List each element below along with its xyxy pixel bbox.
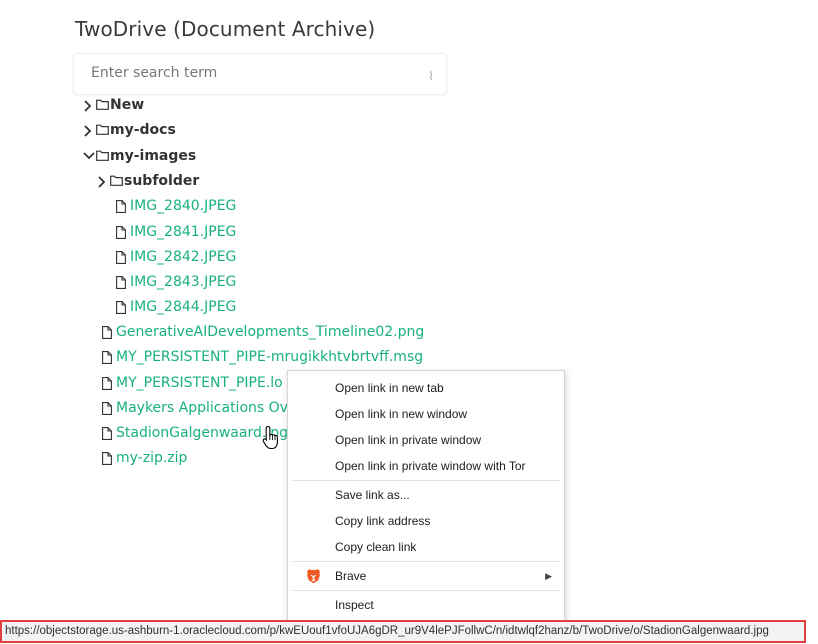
file-icon xyxy=(116,220,130,245)
folder-label: my-images xyxy=(110,148,197,164)
menu-item-open-private-window[interactable]: Open link in private window xyxy=(288,428,564,452)
resize-grip-icon: ⌇ xyxy=(428,69,434,83)
menu-item-save-link[interactable]: Save link as... xyxy=(288,483,564,507)
file-icon xyxy=(116,270,130,295)
menu-item-open-new-tab[interactable]: Open link in new tab xyxy=(288,376,564,400)
tree-folder-subfolder[interactable]: subfolder xyxy=(96,169,199,194)
menu-item-label: Open link in private window with Tor xyxy=(335,459,526,473)
menu-divider xyxy=(292,590,560,591)
tree-file[interactable]: IMG_2840.JPEG xyxy=(116,194,236,219)
menu-item-open-private-tor[interactable]: Open link in private window with Tor xyxy=(288,454,564,478)
file-link[interactable]: MY_PERSISTENT_PIPE-mrugikkhtvbrtvff.msg xyxy=(116,349,423,365)
file-link[interactable]: GenerativeAIDevelopments_Timeline02.png xyxy=(116,324,424,340)
menu-item-label: Brave xyxy=(335,569,367,583)
menu-item-open-new-window[interactable]: Open link in new window xyxy=(288,402,564,426)
brave-lion-icon xyxy=(306,568,321,592)
file-icon xyxy=(116,245,130,270)
menu-item-label: Copy link address xyxy=(335,514,431,528)
status-bar-url: https://objectstorage.us-ashburn-1.oracl… xyxy=(0,620,806,643)
tree-file[interactable]: IMG_2842.JPEG xyxy=(116,245,236,270)
tree-file[interactable]: MY_PERSISTENT_PIPE-mrugikkhtvbrtvff.msg xyxy=(102,345,423,370)
tree-file[interactable]: IMG_2844.JPEG xyxy=(116,295,236,320)
file-icon xyxy=(102,371,116,396)
search-input[interactable] xyxy=(74,54,414,92)
tree-file[interactable]: Maykers Applications Ov xyxy=(102,396,288,421)
menu-item-label: Save link as... xyxy=(335,488,410,502)
status-url-text: https://objectstorage.us-ashburn-1.oracl… xyxy=(5,625,769,637)
menu-item-label: Open link in new tab xyxy=(335,381,444,395)
file-link[interactable]: IMG_2843.JPEG xyxy=(130,274,236,290)
file-icon xyxy=(102,320,116,345)
menu-divider xyxy=(292,480,560,481)
menu-item-label: Copy clean link xyxy=(335,540,417,554)
page-title: TwoDrive (Document Archive) xyxy=(75,17,376,41)
menu-item-brave[interactable]: Brave ▶ xyxy=(288,564,564,588)
chevron-right-icon[interactable] xyxy=(82,93,96,118)
chevron-right-icon[interactable] xyxy=(96,169,110,194)
file-link[interactable]: Maykers Applications Ov xyxy=(116,400,288,416)
menu-item-inspect[interactable]: Inspect xyxy=(288,593,564,617)
tree-file[interactable]: my-zip.zip xyxy=(102,446,187,471)
menu-item-copy-clean-link[interactable]: Copy clean link xyxy=(288,535,564,559)
file-icon xyxy=(102,396,116,421)
file-link[interactable]: IMG_2840.JPEG xyxy=(130,198,236,214)
page: TwoDrive (Document Archive) ⌇ New my-doc… xyxy=(0,0,818,644)
menu-item-label: Inspect xyxy=(335,598,374,612)
menu-item-label: Open link in new window xyxy=(335,407,468,421)
folder-icon xyxy=(110,169,124,194)
tree-file[interactable]: IMG_2843.JPEG xyxy=(116,270,236,295)
menu-item-copy-link[interactable]: Copy link address xyxy=(288,509,564,533)
folder-label: my-docs xyxy=(110,122,176,138)
file-icon xyxy=(116,295,130,320)
tree-file[interactable]: GenerativeAIDevelopments_Timeline02.png xyxy=(102,320,424,345)
submenu-arrow-icon: ▶ xyxy=(545,571,552,581)
file-icon xyxy=(102,446,116,471)
tree-folder-my-docs[interactable]: my-docs xyxy=(82,118,176,143)
file-link[interactable]: my-zip.zip xyxy=(116,450,187,466)
tree-file[interactable]: MY_PERSISTENT_PIPE.lo xyxy=(102,371,283,396)
file-link[interactable]: IMG_2844.JPEG xyxy=(130,299,236,315)
file-icon xyxy=(102,421,116,446)
folder-icon xyxy=(96,93,110,118)
tree-folder-new[interactable]: New xyxy=(82,93,144,118)
chevron-down-icon[interactable] xyxy=(82,144,96,169)
context-menu: Open link in new tab Open link in new wi… xyxy=(287,370,565,622)
file-icon xyxy=(102,345,116,370)
folder-label: New xyxy=(110,97,145,113)
folder-icon xyxy=(96,118,110,143)
folder-icon xyxy=(96,144,110,169)
file-link[interactable]: MY_PERSISTENT_PIPE.lo xyxy=(116,375,283,391)
hand-cursor-icon xyxy=(262,425,282,456)
file-link[interactable]: IMG_2842.JPEG xyxy=(130,249,236,265)
file-icon xyxy=(116,194,130,219)
chevron-right-icon[interactable] xyxy=(82,118,96,143)
file-link[interactable]: IMG_2841.JPEG xyxy=(130,224,236,240)
tree-file-selected[interactable]: StadionGalgenwaard.jpg xyxy=(75,421,315,446)
folder-label: subfolder xyxy=(124,173,200,189)
tree-folder-my-images[interactable]: my-images xyxy=(82,144,196,169)
menu-item-label: Open link in private window xyxy=(335,433,482,447)
menu-divider xyxy=(292,561,560,562)
tree-file[interactable]: IMG_2841.JPEG xyxy=(116,220,236,245)
search-box: ⌇ xyxy=(73,53,447,95)
